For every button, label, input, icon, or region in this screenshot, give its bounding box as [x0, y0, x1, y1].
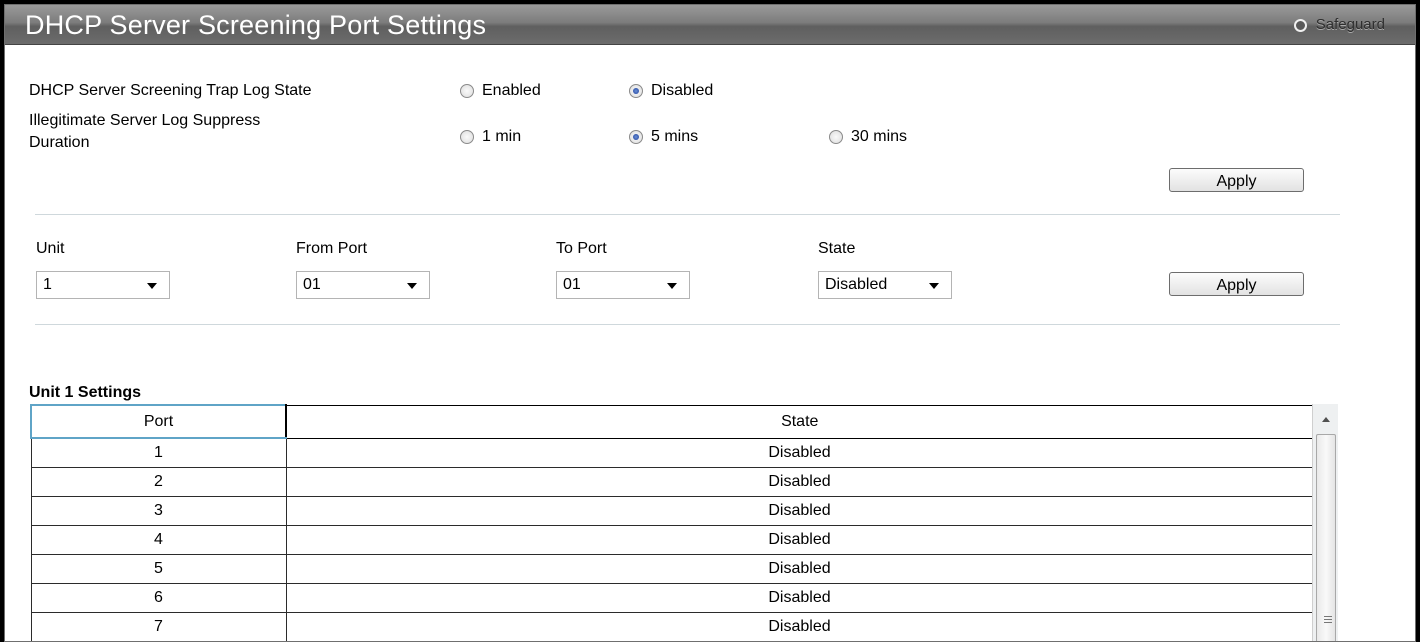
column-header-port[interactable]: Port — [30, 404, 287, 439]
to-port-label: To Port — [556, 240, 607, 257]
apply-log-settings-button[interactable]: Apply — [1169, 168, 1304, 192]
port-cell: 6 — [30, 583, 287, 613]
port-cell: 7 — [30, 612, 287, 641]
trap-log-state-label: DHCP Server Screening Trap Log State — [29, 82, 312, 99]
suppress-duration-label-line1: Illegitimate Server Log Suppress — [29, 112, 261, 129]
state-cell: Disabled — [285, 554, 1314, 584]
scrollbar-thumb[interactable] — [1316, 434, 1336, 641]
table-row: 6 Disabled — [30, 583, 1314, 613]
radio-icon — [460, 130, 474, 144]
chevron-down-icon — [929, 283, 939, 289]
port-cell: 4 — [30, 525, 287, 555]
from-port-label: From Port — [296, 240, 368, 257]
table-row: 2 Disabled — [30, 467, 1314, 497]
state-cell: Disabled — [285, 437, 1314, 468]
radio-icon — [460, 84, 474, 98]
suppress-5mins-radio[interactable]: 5 mins — [629, 128, 698, 146]
state-cell: Disabled — [285, 583, 1314, 613]
to-port-select[interactable]: 01 — [556, 271, 690, 299]
title-bar: DHCP Server Screening Port Settings Safe… — [5, 5, 1415, 45]
main-panel: DHCP Server Screening Port Settings Safe… — [4, 4, 1416, 642]
radio-selected-icon — [629, 84, 643, 98]
apply-port-settings-button[interactable]: Apply — [1169, 272, 1304, 296]
grip-icon — [1324, 616, 1332, 623]
from-port-select[interactable]: 01 — [296, 271, 430, 299]
chevron-down-icon — [667, 283, 677, 289]
table-scrollbar[interactable] — [1312, 404, 1338, 641]
chevron-down-icon — [407, 283, 417, 289]
state-cell: Disabled — [285, 467, 1314, 497]
table-row: 7 Disabled — [30, 612, 1314, 641]
port-cell: 1 — [30, 437, 287, 468]
state-select[interactable]: Disabled — [818, 271, 952, 299]
table-row: 3 Disabled — [30, 496, 1314, 526]
divider — [35, 324, 1340, 325]
state-cell: Disabled — [285, 525, 1314, 555]
table-row: 5 Disabled — [30, 554, 1314, 584]
suppress-1min-radio[interactable]: 1 min — [460, 128, 521, 146]
safeguard-indicator: Safeguard — [1293, 16, 1385, 34]
port-settings-table: Port State 1 Disabled 2 Disabled 3 Disab… — [30, 404, 1314, 641]
state-cell: Disabled — [285, 612, 1314, 641]
table-header-row: Port State — [30, 404, 1314, 439]
divider — [35, 214, 1340, 215]
state-cell: Disabled — [285, 496, 1314, 526]
section-title: Unit 1 Settings — [29, 384, 142, 401]
radio-icon — [829, 130, 843, 144]
radio-selected-icon — [629, 130, 643, 144]
suppress-duration-label-line2: Duration — [29, 134, 90, 151]
state-label: State — [818, 240, 856, 257]
trap-log-disabled-radio[interactable]: Disabled — [629, 82, 713, 100]
port-cell: 3 — [30, 496, 287, 526]
unit-select[interactable]: 1 — [36, 271, 170, 299]
column-header-state[interactable]: State — [285, 404, 1314, 439]
trap-log-enabled-radio[interactable]: Enabled — [460, 82, 541, 100]
scroll-up-arrow-icon[interactable] — [1322, 417, 1330, 422]
port-cell: 5 — [30, 554, 287, 584]
safeguard-icon — [1293, 18, 1307, 32]
port-cell: 2 — [30, 467, 287, 497]
unit-label: Unit — [36, 240, 65, 257]
safeguard-label: Safeguard — [1315, 16, 1385, 33]
table-row: 4 Disabled — [30, 525, 1314, 555]
table-row: 1 Disabled — [30, 437, 1314, 468]
chevron-down-icon — [147, 283, 157, 289]
suppress-30mins-radio[interactable]: 30 mins — [829, 128, 907, 146]
page-title: DHCP Server Screening Port Settings — [25, 10, 487, 40]
